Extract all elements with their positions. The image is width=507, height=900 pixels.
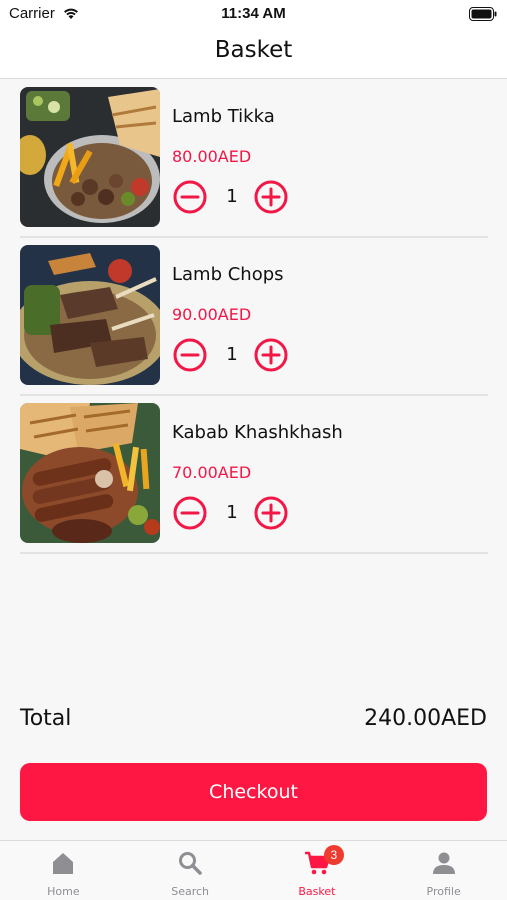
page-title: Basket: [214, 37, 293, 63]
minus-icon[interactable]: [173, 180, 207, 214]
item-name: Lamb Chops: [172, 264, 284, 285]
quantity-value: 1: [226, 502, 238, 523]
tab-label: Home: [47, 885, 80, 898]
item-price: 90.00AED: [172, 305, 252, 324]
minus-icon[interactable]: [173, 338, 207, 372]
item-name: Lamb Tikka: [172, 106, 275, 127]
status-time: 11:34 AM: [221, 5, 286, 22]
basket-item: Lamb Chops 90.00AED 1: [20, 238, 488, 396]
battery-icon: [469, 7, 497, 21]
nav-bar: Basket: [0, 28, 507, 79]
minus-icon[interactable]: [173, 496, 207, 530]
status-bar: Carrier 11:34 AM: [0, 0, 507, 28]
home-icon: [53, 853, 74, 874]
quantity-value: 1: [226, 186, 238, 207]
item-price: 80.00AED: [172, 147, 252, 166]
cart-count-badge: 3: [323, 845, 344, 865]
search-icon: [179, 852, 202, 875]
plus-icon[interactable]: [254, 180, 288, 214]
checkout-button[interactable]: Checkout: [20, 763, 487, 821]
total-value: 240.00AED: [364, 706, 487, 731]
kabab-khashkhash-image: [20, 403, 160, 543]
total-label: Total: [20, 706, 72, 731]
basket-item: Lamb Tikka 80.00AED 1: [20, 80, 488, 238]
tab-label: Basket: [298, 885, 336, 898]
lamb-chops-image: [20, 245, 160, 385]
basket-item: Kabab Khashkhash 70.00AED 1: [20, 396, 488, 554]
item-name: Kabab Khashkhash: [172, 422, 343, 443]
tab-bar: Home Search 3 Basket Profile: [0, 840, 507, 900]
tab-label: Profile: [426, 885, 461, 898]
plus-icon[interactable]: [254, 338, 288, 372]
basket-list: Lamb Tikka 80.00AED 1 Lamb Chops 90.00AE…: [20, 80, 488, 554]
tab-profile[interactable]: Profile: [380, 841, 507, 900]
tab-basket[interactable]: 3 Basket: [254, 841, 381, 900]
person-icon: [432, 852, 455, 874]
tab-search[interactable]: Search: [127, 841, 254, 900]
lamb-tikka-image: [20, 87, 160, 227]
item-price: 70.00AED: [172, 463, 252, 482]
tab-home[interactable]: Home: [0, 841, 127, 900]
plus-icon[interactable]: [254, 496, 288, 530]
tab-label: Search: [171, 885, 210, 898]
quantity-value: 1: [226, 344, 238, 365]
